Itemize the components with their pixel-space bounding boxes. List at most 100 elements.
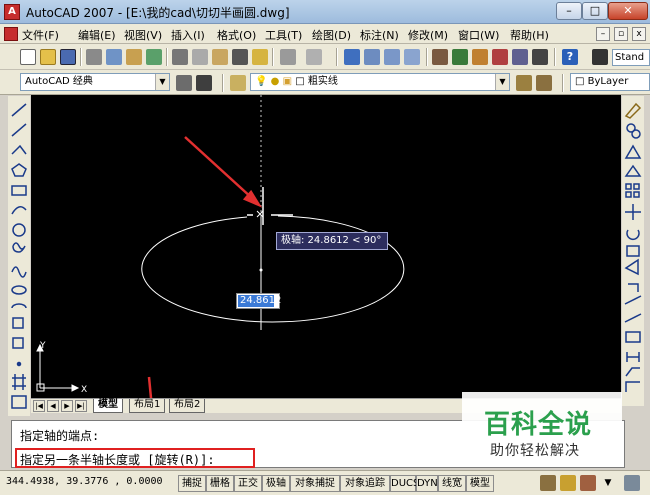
toolbar-separator <box>562 74 564 92</box>
snap-toggle[interactable]: 捕捉 <box>178 475 206 492</box>
menu-help[interactable]: 帮助(H) <box>510 27 549 43</box>
menu-view[interactable]: 视图(V) <box>124 27 162 43</box>
layers-toolbar: AutoCAD 经典 ▼ 💡 ● ▣ □ 粗实线 ▼ □ ByLayer <box>0 70 650 95</box>
chevron-down-icon: ▼ <box>155 74 169 90</box>
close-button[interactable]: ✕ <box>608 2 648 20</box>
comm-center-icon[interactable] <box>580 475 596 491</box>
red-arrow-upper-icon <box>184 136 263 208</box>
tray-settings-icon[interactable] <box>540 475 556 491</box>
print-preview-icon[interactable] <box>106 49 122 65</box>
zoom-realtime-icon[interactable] <box>364 49 380 65</box>
first-tab-icon[interactable]: |◀ <box>33 400 45 412</box>
sheet-set-icon[interactable] <box>492 49 508 65</box>
tab-layout2[interactable]: 布局2 <box>169 399 206 413</box>
clean-screen-icon[interactable] <box>624 475 640 491</box>
model-toggle[interactable]: 模型 <box>466 475 494 492</box>
red-arrow-lower-icon <box>147 376 153 398</box>
pan-icon[interactable] <box>344 49 360 65</box>
status-menu-chevron-icon[interactable]: ▼ <box>600 475 616 491</box>
polar-toggle[interactable]: 极轴 <box>262 475 290 492</box>
command-history-line: 指定轴的端点: <box>20 429 100 443</box>
workspace-settings-icon[interactable] <box>176 75 192 91</box>
publish-icon[interactable] <box>126 49 142 65</box>
paste-icon[interactable] <box>212 49 228 65</box>
print-icon[interactable] <box>86 49 102 65</box>
next-tab-icon[interactable]: ▶ <box>61 400 73 412</box>
ucs-x-label: X <box>81 385 87 395</box>
tab-model[interactable]: 模型 <box>93 399 123 413</box>
lightbulb-icon: 💡 <box>255 76 268 87</box>
minimize-button[interactable]: – <box>556 2 582 20</box>
maximize-button[interactable]: □ <box>582 2 608 20</box>
title-bar: A AutoCAD 2007 - [E:\我的cad\切切半画圆.dwg] – … <box>0 0 650 24</box>
dynamic-input-field[interactable]: 24.8612 <box>236 293 281 309</box>
layer-previous-icon[interactable] <box>536 75 552 91</box>
design-center-icon[interactable] <box>452 49 468 65</box>
command-prompt-line[interactable]: 指定另一条半轴长度或 [旋转(R)]: <box>20 451 215 468</box>
grid-toggle[interactable]: 栅格 <box>206 475 234 492</box>
doc-close-button[interactable]: x <box>632 27 646 41</box>
color-dropdown[interactable]: □ ByLayer <box>570 73 650 91</box>
prev-tab-icon[interactable]: ◀ <box>47 400 59 412</box>
save-workspace-icon[interactable] <box>196 75 212 91</box>
menu-insert[interactable]: 插入(I) <box>171 27 205 43</box>
save-icon[interactable] <box>60 49 76 65</box>
text-style-icon[interactable] <box>592 49 608 65</box>
menu-dimension[interactable]: 标注(N) <box>360 27 399 43</box>
match-properties-icon[interactable] <box>232 49 248 65</box>
menu-edit[interactable]: 编辑(E) <box>78 27 116 43</box>
standard-toolbar: ? Stand <box>0 44 650 70</box>
zoom-previous-icon[interactable] <box>404 49 420 65</box>
polar-tracking-tooltip: 极轴: 24.8612 < 90° <box>276 232 388 250</box>
block-editor-icon[interactable] <box>252 49 268 65</box>
polar-marker-icon <box>256 210 264 218</box>
markup-icon[interactable] <box>512 49 528 65</box>
text-style-dropdown[interactable]: Stand <box>612 49 650 66</box>
draw-tools-icons <box>11 103 27 409</box>
copy-icon[interactable] <box>192 49 208 65</box>
doc-restore-button[interactable]: ▫ <box>614 27 628 41</box>
modify-toolbar <box>622 96 644 406</box>
tool-palettes-icon[interactable] <box>472 49 488 65</box>
osnap-toggle[interactable]: 对象捕捉 <box>290 475 340 492</box>
help-icon[interactable]: ? <box>562 49 578 65</box>
watermark-title: 百科全说 <box>484 410 593 440</box>
make-current-layer-icon[interactable] <box>516 75 532 91</box>
toolbar-separator <box>166 48 168 66</box>
zoom-window-icon[interactable] <box>384 49 400 65</box>
watermark-subtitle: 助你轻松解决 <box>490 443 580 459</box>
menu-file[interactable]: 文件(F) <box>22 27 59 43</box>
menu-format[interactable]: 格式(O) <box>217 27 256 43</box>
workspace-dropdown[interactable]: AutoCAD 经典 ▼ <box>20 73 170 91</box>
menu-window[interactable]: 窗口(W) <box>458 27 499 43</box>
undo-icon[interactable] <box>280 49 296 65</box>
lock-icon[interactable] <box>560 475 576 491</box>
dyn-toggle[interactable]: DYN <box>416 475 438 492</box>
cut-icon[interactable] <box>172 49 188 65</box>
watermark: 百科全说 助你轻松解决 <box>462 392 622 466</box>
menu-modify[interactable]: 修改(M) <box>408 27 448 43</box>
layer-dropdown[interactable]: 💡 ● ▣ □ 粗实线 ▼ <box>250 73 510 91</box>
calculator-icon[interactable] <box>532 49 548 65</box>
autocad-app-icon[interactable]: A <box>4 4 20 20</box>
new-file-icon[interactable] <box>20 49 36 65</box>
ducs-toggle[interactable]: DUCS <box>390 475 419 492</box>
ortho-toggle[interactable]: 正交 <box>234 475 262 492</box>
lineweight-toggle[interactable]: 线宽 <box>438 475 466 492</box>
coordinate-readout[interactable]: 344.4938, 39.3776 , 0.0000 <box>6 476 163 487</box>
layer-manager-icon[interactable] <box>230 75 246 91</box>
draw-toolbar <box>8 96 30 416</box>
redo-icon[interactable] <box>306 49 322 65</box>
drawing-canvas[interactable]: Y X 极轴: 24.8612 < 90° 24.8612 <box>31 95 621 398</box>
open-folder-icon[interactable] <box>40 49 56 65</box>
menu-tools[interactable]: 工具(T) <box>265 27 302 43</box>
properties-icon[interactable] <box>432 49 448 65</box>
tab-layout1[interactable]: 布局1 <box>129 399 166 413</box>
doc-minimize-button[interactable]: – <box>596 27 610 41</box>
ucs-icon <box>36 343 80 392</box>
3d-dwf-icon[interactable] <box>146 49 162 65</box>
last-tab-icon[interactable]: ▶| <box>75 400 87 412</box>
document-menu-icon[interactable] <box>4 27 18 41</box>
otrack-toggle[interactable]: 对象追踪 <box>340 475 390 492</box>
menu-draw[interactable]: 绘图(D) <box>312 27 351 43</box>
